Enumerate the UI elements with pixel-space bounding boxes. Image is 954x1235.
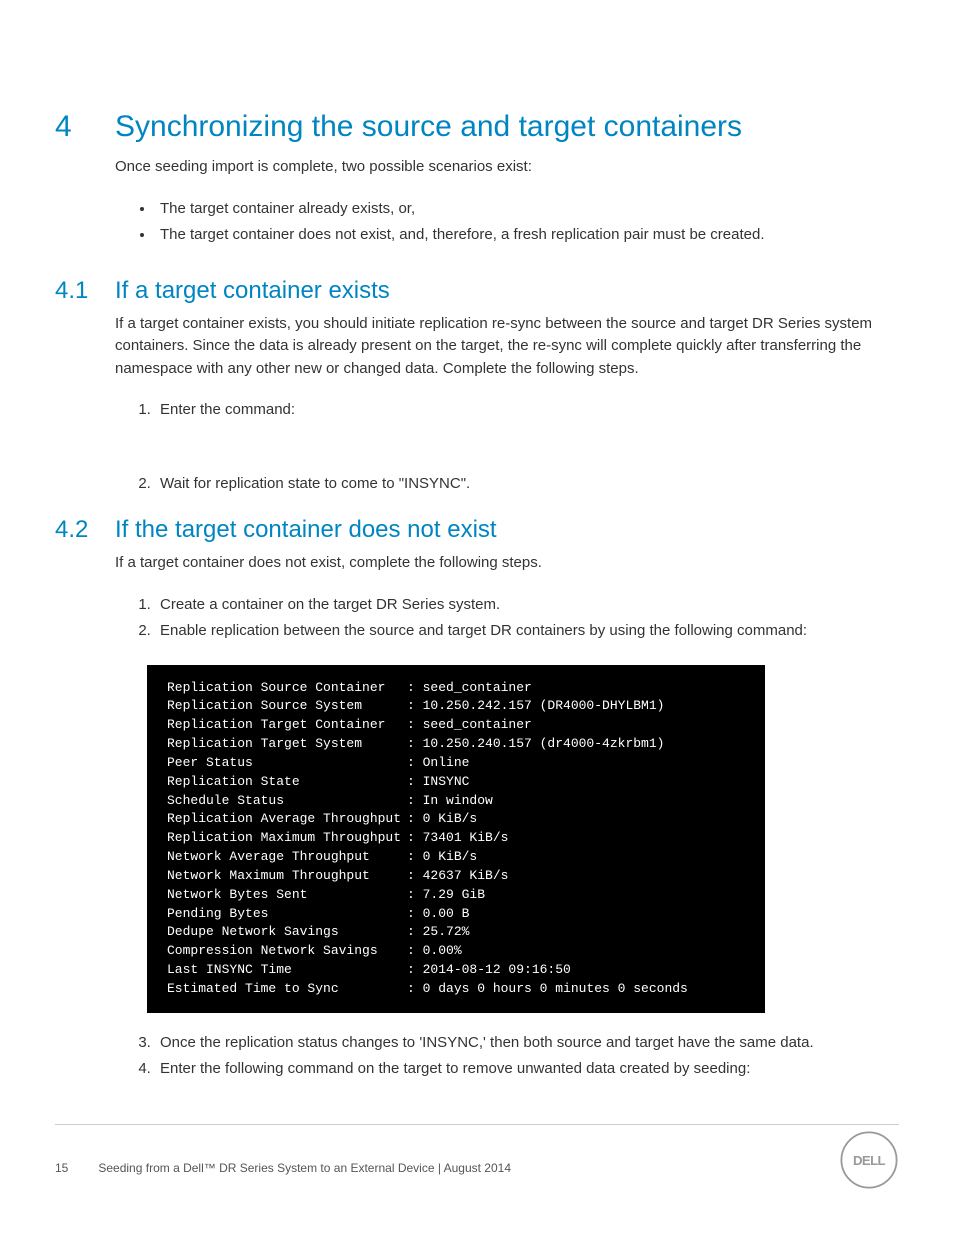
terminal-label: Replication Average Throughput: [167, 810, 407, 829]
terminal-label: Network Maximum Throughput: [167, 867, 407, 886]
terminal-label: Replication Maximum Throughput: [167, 829, 407, 848]
terminal-label: Last INSYNC Time: [167, 961, 407, 980]
section-title: Synchronizing the source and target cont…: [115, 110, 742, 144]
terminal-label: Replication Target System: [167, 735, 407, 754]
list-item: Enable replication between the source an…: [155, 619, 899, 643]
terminal-row: Replication Target System10.250.240.157 …: [167, 735, 745, 754]
terminal-value: INSYNC: [407, 773, 469, 792]
section-4-intro: Once seeding import is complete, two pos…: [115, 156, 899, 179]
terminal-label: Replication Source System: [167, 697, 407, 716]
list-item: Once the replication status changes to '…: [155, 1031, 899, 1055]
terminal-label: Pending Bytes: [167, 905, 407, 924]
section-42-steps-b: Once the replication status changes to '…: [155, 1031, 899, 1081]
terminal-value: Online: [407, 754, 469, 773]
terminal-value: 0 days 0 hours 0 minutes 0 seconds: [407, 980, 688, 999]
terminal-label: Network Bytes Sent: [167, 886, 407, 905]
terminal-value: 0 KiB/s: [407, 848, 477, 867]
section-41-heading: 4.1 If a target container exists: [55, 277, 899, 305]
terminal-row: Replication Source Containerseed_contain…: [167, 679, 745, 698]
terminal-row: Network Maximum Throughput42637 KiB/s: [167, 867, 745, 886]
page-footer: 15 Seeding from a Dell™ DR Series System…: [55, 1161, 511, 1175]
terminal-value: 10.250.242.157 (DR4000-DHYLBM1): [407, 697, 664, 716]
terminal-output: Replication Source Containerseed_contain…: [147, 665, 765, 1013]
terminal-label: Replication State: [167, 773, 407, 792]
list-item: Wait for replication state to come to "I…: [155, 472, 899, 496]
terminal-value: 73401 KiB/s: [407, 829, 508, 848]
section-title: If the target container does not exist: [115, 516, 497, 544]
terminal-row: Replication Source System10.250.242.157 …: [167, 697, 745, 716]
terminal-label: Schedule Status: [167, 792, 407, 811]
dell-logo-icon: DELL: [839, 1130, 899, 1190]
svg-text:DELL: DELL: [853, 1153, 886, 1168]
section-41-steps: Enter the command: Wait for replication …: [155, 398, 899, 496]
terminal-label: Estimated Time to Sync: [167, 980, 407, 999]
section-number: 4: [55, 110, 115, 144]
footer-title: Seeding from a Dell™ DR Series System to…: [98, 1161, 511, 1175]
terminal-row: Replication Target Containerseed_contain…: [167, 716, 745, 735]
terminal-row: Schedule StatusIn window: [167, 792, 745, 811]
bullet-item: The target container already exists, or,: [155, 197, 899, 221]
terminal-value: 0 KiB/s: [407, 810, 477, 829]
section-number: 4.1: [55, 277, 115, 305]
terminal-value: In window: [407, 792, 493, 811]
terminal-row: Pending Bytes0.00 B: [167, 905, 745, 924]
section-number: 4.2: [55, 516, 115, 544]
section-41-intro: If a target container exists, you should…: [115, 313, 899, 381]
list-item: Enter the following command on the targe…: [155, 1057, 899, 1081]
section-42-intro: If a target container does not exist, co…: [115, 552, 899, 575]
terminal-row: Estimated Time to Sync0 days 0 hours 0 m…: [167, 980, 745, 999]
terminal-value: 2014-08-12 09:16:50: [407, 961, 571, 980]
terminal-row: Dedupe Network Savings25.72%: [167, 923, 745, 942]
terminal-label: Replication Source Container: [167, 679, 407, 698]
terminal-value: 0.00%: [407, 942, 462, 961]
bullet-item: The target container does not exist, and…: [155, 223, 899, 247]
terminal-value: seed_container: [407, 679, 532, 698]
list-item: Create a container on the target DR Seri…: [155, 593, 899, 617]
terminal-label: Dedupe Network Savings: [167, 923, 407, 942]
terminal-value: 10.250.240.157 (dr4000-4zkrbm1): [407, 735, 664, 754]
list-item: Enter the command:: [155, 398, 899, 422]
section-42-steps-a: Create a container on the target DR Seri…: [155, 593, 899, 643]
footer-divider: [55, 1124, 899, 1125]
section-42-heading: 4.2 If the target container does not exi…: [55, 516, 899, 544]
terminal-row: Replication StateINSYNC: [167, 773, 745, 792]
terminal-value: 42637 KiB/s: [407, 867, 508, 886]
terminal-value: 0.00 B: [407, 905, 469, 924]
terminal-row: Network Average Throughput0 KiB/s: [167, 848, 745, 867]
terminal-value: 7.29 GiB: [407, 886, 485, 905]
terminal-row: Network Bytes Sent7.29 GiB: [167, 886, 745, 905]
terminal-row: Replication Maximum Throughput73401 KiB/…: [167, 829, 745, 848]
section-title: If a target container exists: [115, 277, 390, 305]
terminal-value: seed_container: [407, 716, 532, 735]
terminal-label: Peer Status: [167, 754, 407, 773]
page-number: 15: [55, 1161, 68, 1175]
section-4-heading: 4 Synchronizing the source and target co…: [55, 110, 899, 144]
terminal-label: Compression Network Savings: [167, 942, 407, 961]
terminal-row: Last INSYNC Time2014-08-12 09:16:50: [167, 961, 745, 980]
terminal-row: Replication Average Throughput0 KiB/s: [167, 810, 745, 829]
terminal-label: Replication Target Container: [167, 716, 407, 735]
section-4-bullets: The target container already exists, or,…: [155, 197, 899, 247]
terminal-value: 25.72%: [407, 923, 469, 942]
terminal-label: Network Average Throughput: [167, 848, 407, 867]
terminal-row: Peer StatusOnline: [167, 754, 745, 773]
terminal-row: Compression Network Savings0.00%: [167, 942, 745, 961]
